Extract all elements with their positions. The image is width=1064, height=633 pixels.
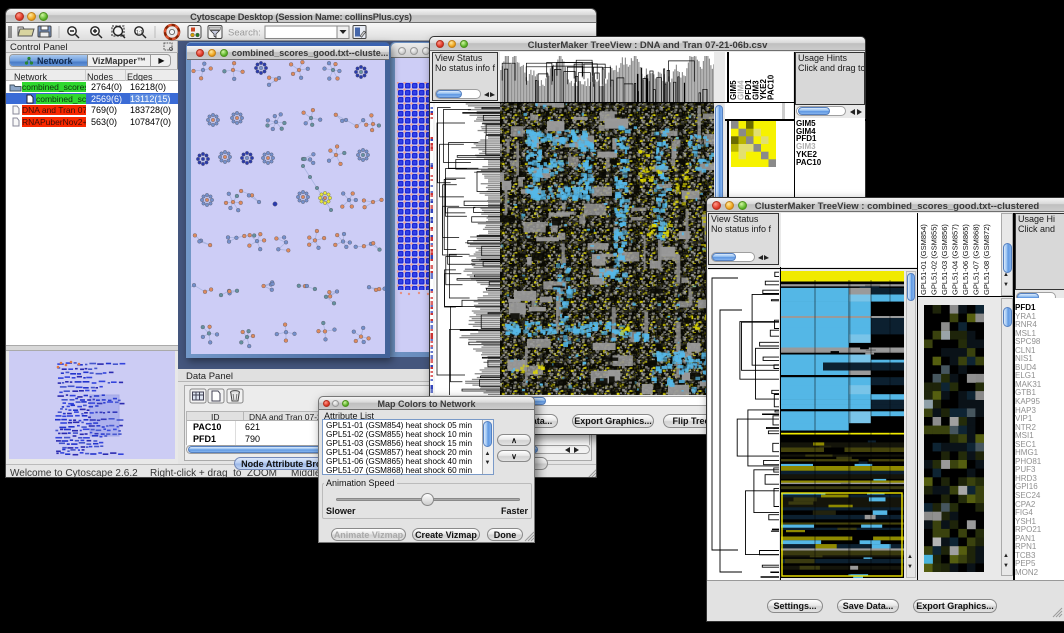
svg-text:GPL51-07 (GSM868): GPL51-07 (GSM868) [972, 224, 981, 295]
svg-text:GPL51-01 (GSM854): GPL51-01 (GSM854) [919, 224, 928, 295]
svg-text:GPL51-08 (GSM872): GPL51-08 (GSM872) [982, 224, 991, 295]
svg-text:GPL51-04 (GSM857): GPL51-04 (GSM857) [951, 224, 960, 295]
svg-text:GPL51-02 (GSM855): GPL51-02 (GSM855) [930, 224, 939, 295]
svg-text:Search:: Search: [228, 28, 261, 39]
svg-text:GPL51-03 (GSM856): GPL51-03 (GSM856) [940, 224, 949, 295]
svg-text:1:1: 1:1 [136, 30, 143, 36]
svg-text:GPL51-06 (GSM865): GPL51-06 (GSM865) [961, 224, 970, 295]
svg-text:PAC10: PAC10 [767, 74, 776, 100]
